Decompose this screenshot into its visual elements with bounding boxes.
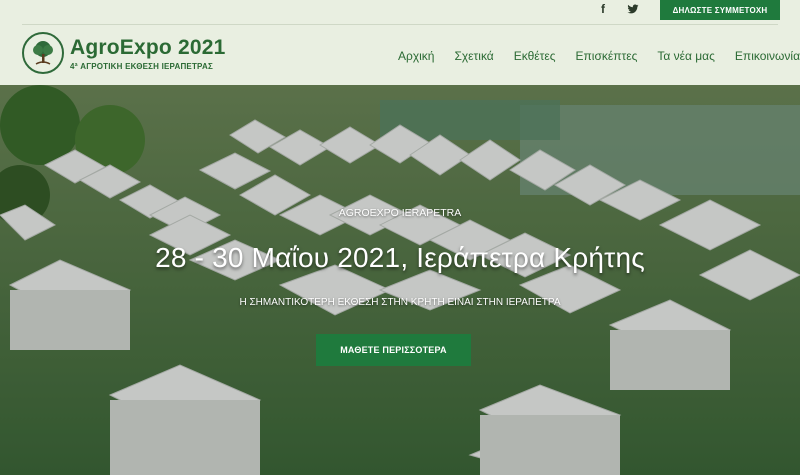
header-divider [22, 24, 778, 25]
learn-more-button[interactable]: ΜΑΘΕΤΕ ΠΕΡΙΣΣΟΤΕΡΑ [316, 334, 471, 366]
tree-logo-icon [22, 32, 64, 74]
site-logo[interactable]: AgroExpo 2021 4ª ΑΓΡΟΤΙΚΗ ΕΚΘΕΣΗ ΙΕΡΑΠΕΤ… [22, 32, 226, 74]
top-bar: f ΔΗΛΩΣΤΕ ΣΥΜΜΕΤΟΧΗ [0, 0, 800, 24]
social-links: f [596, 2, 640, 16]
hero-subline: Η ΣΗΜΑΝΤΙΚΟΤΕΡΗ ΕΚΘΕΣΗ ΣΤΗΝ ΚΡΗΤΗ ΕΙΝΑΙ … [239, 297, 561, 308]
nav-exhibitors[interactable]: Εκθέτες [514, 49, 556, 63]
hero-overlay [0, 85, 800, 475]
hero-headline: 28 - 30 Μαΐου 2021, Ιεράπετρα Κρήτης [155, 242, 645, 273]
nav-visitors[interactable]: Επισκέπτες [576, 49, 638, 63]
main-nav: Αρχική Σχετικά Εκθέτες Επισκέπτες Τα νέα… [398, 49, 800, 63]
nav-about[interactable]: Σχετικά [454, 49, 493, 63]
logo-tagline: 4ª ΑΓΡΟΤΙΚΗ ΕΚΘΕΣΗ ΙΕΡΑΠΕΤΡΑΣ [70, 61, 213, 71]
hero-eyebrow: AGROEXPO IERAPETRA [338, 207, 462, 219]
site-header: f ΔΗΛΩΣΤΕ ΣΥΜΜΕΤΟΧΗ AgroExpo 2021 4ª ΑΓΡ… [0, 0, 800, 85]
register-participation-button[interactable]: ΔΗΛΩΣΤΕ ΣΥΜΜΕΤΟΧΗ [660, 0, 780, 20]
logo-brand: AgroExpo 2021 [70, 35, 226, 59]
facebook-icon[interactable]: f [596, 2, 610, 16]
hero-section: AGROEXPO IERAPETRA 28 - 30 Μαΐου 2021, Ι… [0, 85, 800, 475]
nav-home[interactable]: Αρχική [398, 49, 434, 63]
nav-contact[interactable]: Επικοινωνία [735, 49, 800, 63]
twitter-icon[interactable] [626, 2, 640, 16]
nav-news[interactable]: Τα νέα μας [657, 49, 715, 63]
